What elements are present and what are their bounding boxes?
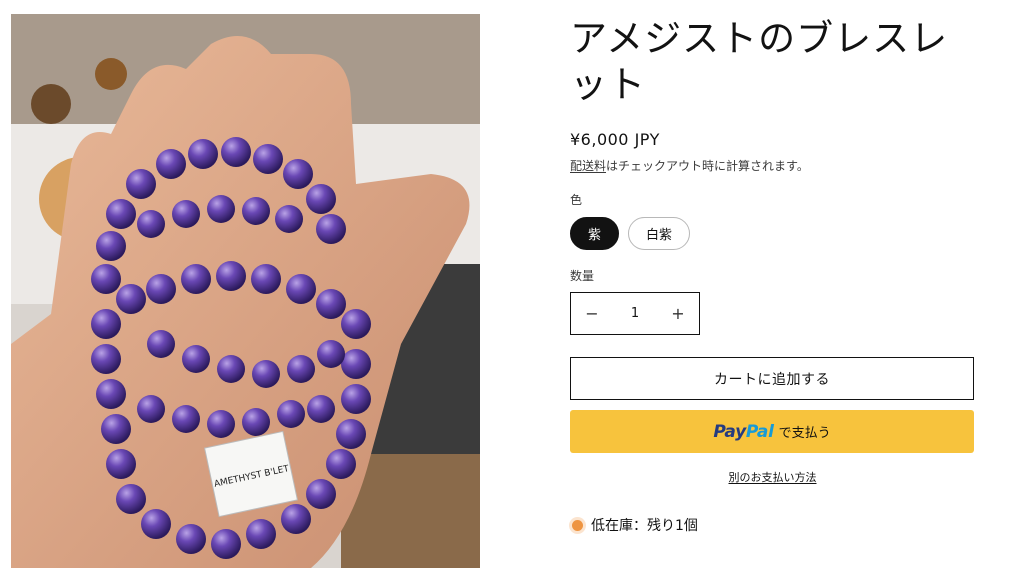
shipping-link[interactable]: 配送料 <box>570 159 606 173</box>
color-option-white-purple[interactable]: 白紫 <box>628 217 691 250</box>
paypal-button[interactable]: PayPal で支払う <box>570 410 974 453</box>
quantity-increase-button[interactable]: + <box>657 293 699 334</box>
shipping-text: はチェックアウト時に計算されます。 <box>606 159 809 173</box>
paypal-logo: PayPal <box>713 421 774 442</box>
color-options: 紫 白紫 <box>570 217 975 250</box>
paypal-logo-pal: Pal <box>745 421 774 442</box>
more-payment-link[interactable]: 別のお支払い方法 <box>729 471 817 484</box>
paypal-logo-pay: Pay <box>713 421 746 442</box>
product-title: アメジストのブレスレット <box>570 17 949 106</box>
stock-status: 低在庫：残り1個 <box>570 515 975 535</box>
product-image[interactable]: AMETHYST B'LET <box>11 14 480 568</box>
quantity-stepper: − 1 + <box>570 292 700 335</box>
add-to-cart-button[interactable]: カートに追加する <box>570 357 974 400</box>
color-label: 色 <box>570 193 583 207</box>
quantity-input[interactable]: 1 <box>613 306 657 321</box>
amethyst-bracelet-photo: AMETHYST B'LET <box>11 14 480 568</box>
product-info: アメジストのブレスレット ¥6,000 JPY 配送料はチェックアウト時に計算さ… <box>570 16 975 535</box>
quantity-decrease-button[interactable]: − <box>571 293 613 334</box>
low-stock-dot-icon <box>572 519 583 531</box>
product-price: ¥6,000 JPY <box>570 130 660 149</box>
quantity-label: 数量 <box>570 269 595 283</box>
paypal-suffix: で支払う <box>778 426 831 441</box>
color-option-purple[interactable]: 紫 <box>570 217 620 250</box>
stock-text: 低在庫：残り1個 <box>591 518 698 534</box>
shipping-note: 配送料はチェックアウト時に計算されます。 <box>570 157 975 174</box>
more-payment-options: 別のお支払い方法 <box>570 469 975 485</box>
